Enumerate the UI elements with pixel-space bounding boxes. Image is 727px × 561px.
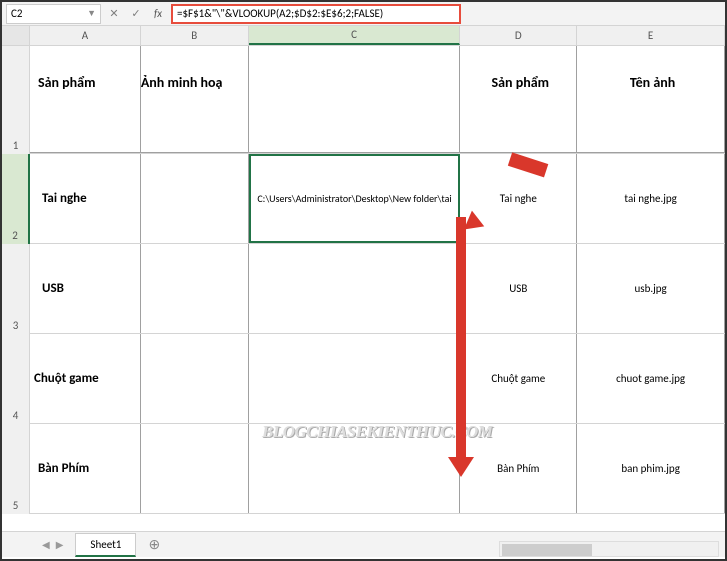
cell-C3[interactable]	[249, 244, 461, 333]
table-row: 2 Tai nghe C:\Users\Administrator\Deskto…	[2, 154, 725, 244]
cell-E4[interactable]: chuot game.jpg	[577, 334, 725, 423]
name-box[interactable]: C2 ▼	[6, 4, 101, 24]
cell-B3[interactable]	[141, 244, 249, 333]
fill-handle[interactable]	[455, 238, 460, 243]
col-header-C[interactable]: C	[249, 26, 461, 45]
cell-A3[interactable]: USB	[30, 244, 141, 333]
cell-E1[interactable]: Tên ảnh	[577, 46, 725, 153]
formula-input[interactable]: =$F$1&"\"&VLOOKUP(A2;$D$2:$E$6;2;FALSE)	[171, 4, 461, 24]
cell-C2[interactable]: C:\Users\Administrator\Desktop\New folde…	[249, 154, 461, 243]
cell-A4[interactable]: Chuột game	[30, 334, 141, 423]
cell-E5[interactable]: ban phim.jpg	[577, 424, 725, 513]
tab-nav-arrows[interactable]: ◀ ▶	[32, 538, 73, 551]
table-row: 3 USB USB usb.jpg	[2, 244, 725, 334]
enter-icon[interactable]: ✓	[127, 5, 145, 23]
cell-B5[interactable]	[141, 424, 249, 513]
cell-E2[interactable]: tai nghe.jpg	[577, 154, 725, 243]
grid-rows: 1 Sản phẩm Ảnh minh hoạ Sản phẩm Tên ảnh…	[2, 46, 725, 529]
add-sheet-button[interactable]: ⊕	[144, 535, 164, 555]
cancel-icon[interactable]: ✕	[105, 5, 123, 23]
fx-icon[interactable]: fx	[149, 5, 167, 23]
cell-C5[interactable]	[249, 424, 461, 513]
cell-E3[interactable]: usb.jpg	[577, 244, 725, 333]
cell-D1[interactable]: Sản phẩm	[460, 46, 577, 153]
formula-bar: C2 ▼ ✕ ✓ fx =$F$1&"\"&VLOOKUP(A2;$D$2:$E…	[2, 2, 725, 26]
sheet-tab[interactable]: Sheet1	[75, 533, 136, 557]
table-row: 1 Sản phẩm Ảnh minh hoạ Sản phẩm Tên ảnh	[2, 46, 725, 154]
cell-C4[interactable]	[249, 334, 461, 423]
col-header-E[interactable]: E	[577, 26, 725, 45]
table-row: 5 Bàn Phím Bàn Phím ban phim.jpg	[2, 424, 725, 514]
horizontal-scrollbar[interactable]	[499, 541, 719, 557]
column-headers: A B C D E	[2, 26, 725, 46]
col-header-B[interactable]: B	[141, 26, 249, 45]
cell-B1[interactable]: Ảnh minh hoạ	[141, 46, 249, 153]
table-row: 4 Chuột game Chuột game chuot game.jpg	[2, 334, 725, 424]
row-header-2[interactable]: 2	[2, 154, 30, 244]
col-header-D[interactable]: D	[460, 26, 577, 45]
chevron-down-icon[interactable]: ▼	[87, 8, 96, 19]
cell-value: C:\Users\Administrator\Desktop\New folde…	[257, 192, 451, 205]
arrow-head-icon	[448, 457, 474, 477]
cell-D4[interactable]: Chuột game	[460, 334, 577, 423]
row-header-1[interactable]: 1	[2, 46, 30, 154]
scrollbar-thumb[interactable]	[502, 544, 592, 556]
cell-B2[interactable]	[141, 154, 249, 243]
select-all-corner[interactable]	[2, 26, 30, 45]
formula-text: =$F$1&"\"&VLOOKUP(A2;$D$2:$E$6;2;FALSE)	[177, 7, 383, 20]
spreadsheet-grid: A B C D E 1 Sản phẩm Ảnh minh hoạ Sản ph…	[2, 26, 725, 529]
cell-D3[interactable]: USB	[460, 244, 577, 333]
cell-D5[interactable]: Bàn Phím	[460, 424, 577, 513]
col-header-A[interactable]: A	[30, 26, 141, 45]
cell-A1[interactable]: Sản phẩm	[30, 46, 141, 153]
cell-A2[interactable]: Tai nghe	[30, 154, 141, 243]
name-box-value: C2	[11, 7, 22, 20]
row-header-4[interactable]: 4	[2, 334, 30, 424]
row-header-3[interactable]: 3	[2, 244, 30, 334]
cell-A5[interactable]: Bàn Phím	[30, 424, 141, 513]
row-header-5[interactable]: 5	[2, 424, 30, 514]
chevron-left-icon[interactable]: ◀	[42, 538, 50, 551]
cell-B4[interactable]	[141, 334, 249, 423]
chevron-right-icon[interactable]: ▶	[56, 538, 64, 551]
cell-C1[interactable]	[249, 46, 461, 153]
